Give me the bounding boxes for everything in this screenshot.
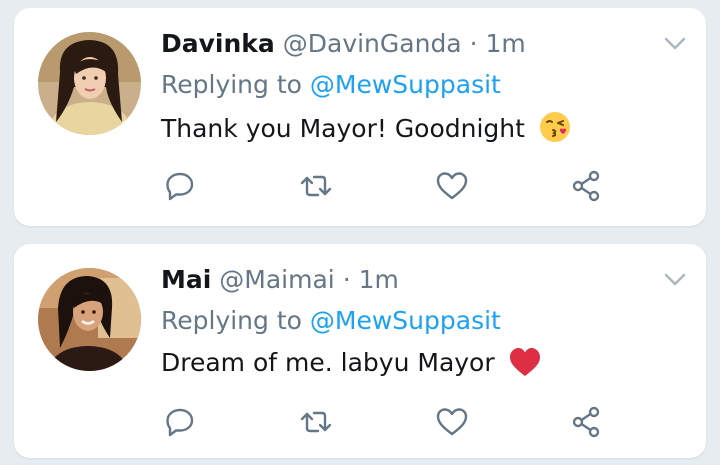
tweet-card[interactable]: Davinka @DavinGanda · 1m Replying to @Me… <box>14 8 706 226</box>
mention-link[interactable]: @MewSuppasit <box>310 306 501 335</box>
tweet-text: Thank you Mayor! Goodnight <box>161 111 571 149</box>
tweet-text-content: Thank you Mayor! Goodnight <box>161 114 525 143</box>
tweet-text-content: Dream of me. labyu Mayor <box>161 348 495 377</box>
tweet-text: Dream of me. labyu Mayor <box>161 347 541 383</box>
display-name[interactable]: Mai <box>161 265 211 294</box>
replying-prefix: Replying to <box>161 306 302 335</box>
reply-icon[interactable] <box>162 404 198 440</box>
retweet-icon[interactable] <box>298 168 334 204</box>
tweet-card[interactable]: Mai @Maimai · 1m Replying to @MewSuppasi… <box>14 244 706 458</box>
share-icon[interactable] <box>568 168 604 204</box>
avatar[interactable] <box>38 32 141 135</box>
avatar[interactable] <box>38 268 141 371</box>
timestamp[interactable]: · 1m <box>343 265 399 294</box>
handle[interactable]: @Maimai <box>219 265 334 294</box>
display-name[interactable]: Davinka <box>161 29 275 58</box>
red-heart-icon <box>509 347 541 383</box>
reply-icon[interactable] <box>162 168 198 204</box>
like-heart-icon[interactable] <box>434 404 470 440</box>
mention-link[interactable]: @MewSuppasit <box>310 70 501 99</box>
retweet-icon[interactable] <box>298 404 334 440</box>
tweet-actions <box>14 404 706 444</box>
replying-prefix: Replying to <box>161 70 302 99</box>
share-icon[interactable] <box>568 404 604 440</box>
tweet-header: Davinka @DavinGanda · 1m <box>161 29 526 58</box>
timestamp[interactable]: · 1m <box>470 29 526 58</box>
handle[interactable]: @DavinGanda <box>283 29 462 58</box>
replying-to: Replying to @MewSuppasit <box>161 306 501 335</box>
tweet-actions <box>14 168 706 208</box>
chevron-down-icon[interactable] <box>664 272 686 286</box>
like-heart-icon[interactable] <box>434 168 470 204</box>
kissing-face-icon <box>539 111 571 149</box>
tweet-header: Mai @Maimai · 1m <box>161 265 399 294</box>
replying-to: Replying to @MewSuppasit <box>161 70 501 99</box>
chevron-down-icon[interactable] <box>664 36 686 50</box>
